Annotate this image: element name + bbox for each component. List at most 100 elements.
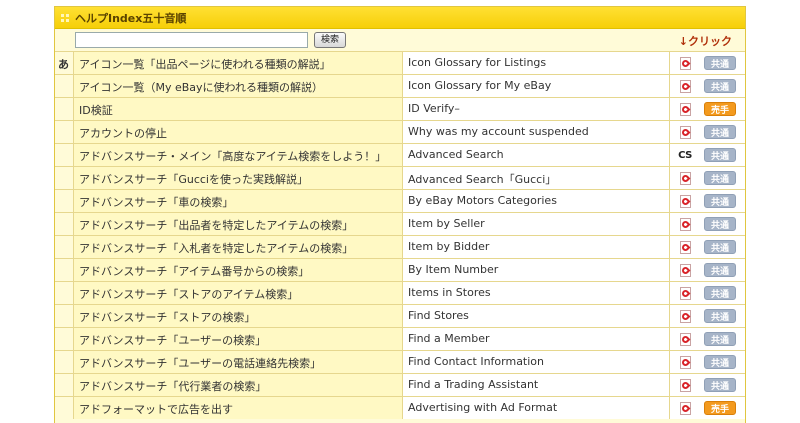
panel-title: ヘルプIndex五十音順	[75, 11, 187, 25]
pdf-icon[interactable]	[679, 125, 691, 139]
pdf-icon[interactable]	[679, 240, 691, 254]
tag-cell: 共通	[700, 167, 745, 189]
pdf-icon[interactable]	[679, 56, 691, 70]
topic-japanese-link[interactable]: アドバンスサーチ「入札者を特定したアイテムの検索」	[73, 236, 402, 258]
pdf-icon[interactable]	[679, 332, 691, 346]
icon-cell	[669, 167, 700, 189]
tag-cell: 共通	[700, 236, 745, 258]
table-row: ID検証 ID Verify– 売手	[55, 97, 745, 120]
pdf-icon[interactable]	[679, 309, 691, 323]
icon-cell	[669, 98, 700, 120]
pdf-icon[interactable]	[679, 378, 691, 392]
tag-cell: 共通	[700, 282, 745, 304]
tag-cell: 売手	[700, 397, 745, 419]
index-group-label	[55, 121, 73, 143]
pdf-icon[interactable]	[679, 79, 691, 93]
topic-english-title: Find Stores	[402, 305, 669, 327]
topic-english-title: Advanced Search	[402, 144, 669, 166]
pdf-icon[interactable]	[679, 286, 691, 300]
pdf-icon[interactable]	[679, 263, 691, 277]
icon-cell	[669, 52, 700, 74]
cs-icon[interactable]: CS	[678, 150, 692, 161]
topic-japanese-link[interactable]: アドバンスサーチ「ユーザーの検索」	[73, 328, 402, 350]
topic-english-title: Item by Bidder	[402, 236, 669, 258]
pdf-icon[interactable]	[679, 401, 691, 415]
topic-japanese-link[interactable]: アドバンスサーチ「車の検索」	[73, 190, 402, 212]
common-badge: 共通	[704, 171, 736, 185]
topic-english-title: By Item Number	[402, 259, 669, 281]
tag-cell: 共通	[700, 213, 745, 235]
index-group-label	[55, 190, 73, 212]
tag-cell: 共通	[700, 351, 745, 373]
title-bar: ヘルプIndex五十音順	[55, 7, 745, 29]
topic-english-title: Advertising with Ad Format	[402, 397, 669, 419]
search-button[interactable]: 検索	[314, 32, 347, 48]
tag-cell: 共通	[700, 259, 745, 281]
seller-badge: 売手	[704, 401, 736, 415]
common-badge: 共通	[704, 217, 736, 231]
icon-cell	[669, 213, 700, 235]
common-badge: 共通	[704, 125, 736, 139]
index-group-label	[55, 167, 73, 189]
table-row: アドフォーマットで広告を出す Advertising with Ad Format…	[55, 396, 745, 419]
pdf-icon[interactable]	[679, 194, 691, 208]
tag-cell: 共通	[700, 328, 745, 350]
topic-english-title: Find a Member	[402, 328, 669, 350]
topic-english-title: ID Verify–	[402, 98, 669, 120]
index-group-label	[55, 305, 73, 327]
pdf-icon[interactable]	[679, 171, 691, 185]
icon-cell	[669, 305, 700, 327]
search-input[interactable]	[75, 32, 308, 48]
topic-japanese-link[interactable]: アドバンスサーチ「ユーザーの電話連絡先検索」	[73, 351, 402, 373]
index-group-label	[55, 328, 73, 350]
index-group-label	[55, 75, 73, 97]
tag-cell: 共通	[700, 190, 745, 212]
topic-japanese-link[interactable]: アカウントの停止	[73, 121, 402, 143]
icon-cell	[669, 121, 700, 143]
table-row: アカウントの停止 Why was my account suspended 共通	[55, 120, 745, 143]
pdf-icon[interactable]	[679, 217, 691, 231]
tag-cell: 売手	[700, 98, 745, 120]
table-row: アドバンスサーチ「ストアの検索」 Find Stores 共通	[55, 304, 745, 327]
table-row: アドバンスサーチ「入札者を特定したアイテムの検索」 Item by Bidder 共…	[55, 235, 745, 258]
topic-japanese-link[interactable]: アドバンスサーチ・メイン「高度なアイテム検索をしよう！」	[73, 144, 402, 166]
tag-cell: 共通	[700, 75, 745, 97]
icon-cell	[669, 397, 700, 419]
common-badge: 共通	[704, 194, 736, 208]
common-badge: 共通	[704, 332, 736, 346]
seller-badge: 売手	[704, 102, 736, 116]
topic-japanese-link[interactable]: アドフォーマットで広告を出す	[73, 397, 402, 419]
topic-japanese-link[interactable]: アドバンスサーチ「ストアのアイテム検索」	[73, 282, 402, 304]
icon-cell: CS	[669, 144, 700, 166]
icon-cell	[669, 259, 700, 281]
icon-cell	[669, 351, 700, 373]
icon-cell	[669, 328, 700, 350]
topic-japanese-link[interactable]: アイコン一覧「出品ページに使われる種類の解説」	[73, 52, 402, 74]
common-badge: 共通	[704, 263, 736, 277]
topic-japanese-link[interactable]: アドバンスサーチ「アイテム番号からの検索」	[73, 259, 402, 281]
icon-cell	[669, 190, 700, 212]
pdf-icon[interactable]	[679, 102, 691, 116]
topic-japanese-link[interactable]: アドバンスサーチ「Gucciを使った実践解説」	[73, 167, 402, 189]
index-group-label	[55, 236, 73, 258]
topic-japanese-link[interactable]: アドバンスサーチ「ストアの検索」	[73, 305, 402, 327]
icon-cell	[669, 374, 700, 396]
table-row: あアイコン一覧「出品ページに使われる種類の解説」 Icon Glossary fo…	[55, 51, 745, 74]
common-badge: 共通	[704, 286, 736, 300]
index-group-label	[55, 98, 73, 120]
index-group-label	[55, 282, 73, 304]
topic-japanese-link[interactable]: アドバンスサーチ「代行業者の検索」	[73, 374, 402, 396]
table-row: アドバンスサーチ「アイテム番号からの検索」 By Item Number 共通	[55, 258, 745, 281]
topic-english-title: Icon Glossary for My eBay	[402, 75, 669, 97]
common-badge: 共通	[704, 355, 736, 369]
topic-japanese-link[interactable]: アイコン一覧（My eBayに使われる種類の解説）	[73, 75, 402, 97]
pdf-icon[interactable]	[679, 355, 691, 369]
tag-cell: 共通	[700, 144, 745, 166]
topic-japanese-link[interactable]: アドバンスサーチ「出品者を特定したアイテムの検索」	[73, 213, 402, 235]
click-hint: ↓クリック	[678, 35, 732, 48]
common-badge: 共通	[704, 148, 736, 162]
topic-japanese-link[interactable]: ID検証	[73, 98, 402, 120]
table-row: アイコン一覧（My eBayに使われる種類の解説） Icon Glossary f…	[55, 74, 745, 97]
common-badge: 共通	[704, 56, 736, 70]
table-row: アドバンスサーチ「Gucciを使った実践解説」 Advanced Search「G…	[55, 166, 745, 189]
